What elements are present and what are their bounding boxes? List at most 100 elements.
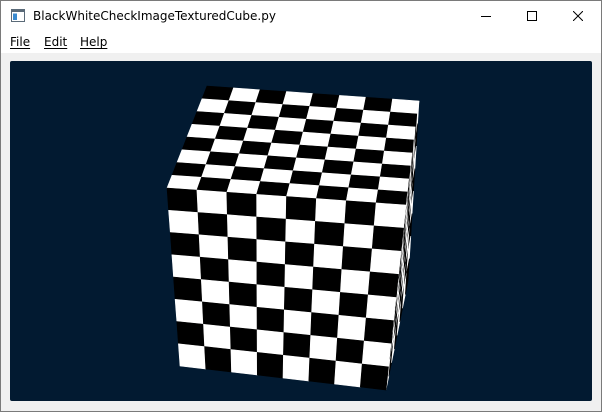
checker-tile <box>330 120 362 137</box>
checker-tile <box>348 174 381 191</box>
checker-tile <box>344 200 377 227</box>
checker-tile <box>228 281 258 308</box>
checker-tile <box>199 256 230 283</box>
checker-tile <box>263 155 297 172</box>
checker-tile <box>359 363 389 391</box>
checker-tile <box>226 191 258 218</box>
checker-tile <box>340 269 371 296</box>
checker-tile <box>201 164 236 180</box>
checker-tile <box>350 161 383 178</box>
checker-tile <box>285 218 316 245</box>
checker-tile <box>247 115 280 131</box>
checker-tile <box>171 254 202 280</box>
checker-tile <box>383 137 415 154</box>
checker-tile <box>381 150 413 167</box>
checker-tile <box>283 309 312 336</box>
checker-tile <box>256 284 286 311</box>
checker-tile <box>256 261 286 288</box>
checker-tile <box>327 133 359 150</box>
checker-tile <box>316 185 350 202</box>
checker-tile <box>292 157 326 174</box>
title-bar[interactable]: BlackWhiteCheckImageTexturedCube.py <box>1 1 601 31</box>
checker-tile <box>230 166 265 182</box>
checker-tile <box>198 234 229 261</box>
checker-tile <box>289 170 323 187</box>
checker-tile <box>284 241 315 268</box>
checker-tile <box>205 151 240 167</box>
checker-tile <box>260 168 294 184</box>
checker-tile <box>227 236 258 263</box>
checker-tile <box>242 127 276 144</box>
checker-tile <box>282 354 311 382</box>
checker-tile <box>171 162 207 178</box>
checker-tile <box>321 159 355 176</box>
checker-tile <box>176 149 212 165</box>
minimize-button[interactable] <box>463 1 509 31</box>
checker-tile <box>373 202 407 229</box>
checker-tile <box>353 148 385 165</box>
checker-tile <box>196 98 230 114</box>
checker-tile <box>256 239 286 265</box>
app-window: BlackWhiteCheckImageTexturedCube.py File… <box>0 0 602 412</box>
checker-tile <box>176 321 205 347</box>
checker-tile <box>271 129 304 146</box>
checker-tile <box>318 172 352 189</box>
checker-tile <box>365 294 397 321</box>
checker-tile <box>186 123 221 140</box>
checker-tile <box>197 212 229 238</box>
checker-tile <box>286 183 320 199</box>
checker-tile <box>341 246 373 273</box>
checker-tile <box>313 243 344 270</box>
checker-tile <box>251 102 284 118</box>
checker-tile <box>314 221 346 247</box>
checker-tile <box>296 144 329 161</box>
checker-tile <box>173 276 203 303</box>
checker-tile <box>191 111 225 127</box>
checker-tile <box>274 116 307 133</box>
textured-cube[interactable] <box>10 61 592 401</box>
checker-tile <box>256 181 291 197</box>
checker-tile <box>255 89 287 105</box>
checker-tile <box>358 122 389 139</box>
checker-tile <box>166 187 199 213</box>
checker-tile <box>230 349 258 376</box>
minimize-icon <box>481 16 491 17</box>
checker-tile <box>310 312 340 339</box>
checker-tile <box>309 335 338 362</box>
checker-tile <box>284 264 314 291</box>
checker-tile <box>226 179 261 195</box>
checker-tile <box>333 107 364 124</box>
checker-tile <box>201 85 234 102</box>
checker-tile <box>336 95 367 111</box>
checker-tile <box>388 111 418 128</box>
menu-edit[interactable]: Edit <box>44 31 67 53</box>
checker-tile <box>345 187 379 204</box>
close-button[interactable] <box>555 1 601 31</box>
checker-tile <box>375 189 408 206</box>
opengl-viewport[interactable] <box>10 61 592 401</box>
checker-tile <box>210 138 244 155</box>
checker-tile <box>228 259 258 286</box>
cube-front-face <box>166 187 407 391</box>
checker-tile <box>309 93 340 109</box>
checker-tile <box>203 323 232 350</box>
checker-tile <box>363 96 393 113</box>
checker-tile <box>256 329 285 356</box>
checker-tile <box>178 343 207 370</box>
maximize-button[interactable] <box>509 1 555 31</box>
checker-tile <box>278 104 311 120</box>
checker-tile <box>223 100 257 116</box>
checker-tile <box>282 91 314 107</box>
checker-tile <box>256 306 285 333</box>
checker-tile <box>166 174 202 191</box>
checker-tile <box>337 314 367 342</box>
menu-help[interactable]: Help <box>80 31 107 53</box>
checker-tile <box>169 232 201 258</box>
checker-tile <box>342 223 375 250</box>
checker-tile <box>174 298 204 325</box>
checker-tile <box>308 357 337 385</box>
checker-tile <box>196 176 232 193</box>
checker-tile <box>238 140 272 157</box>
menu-file[interactable]: File <box>10 31 30 53</box>
maximize-icon <box>527 11 537 21</box>
